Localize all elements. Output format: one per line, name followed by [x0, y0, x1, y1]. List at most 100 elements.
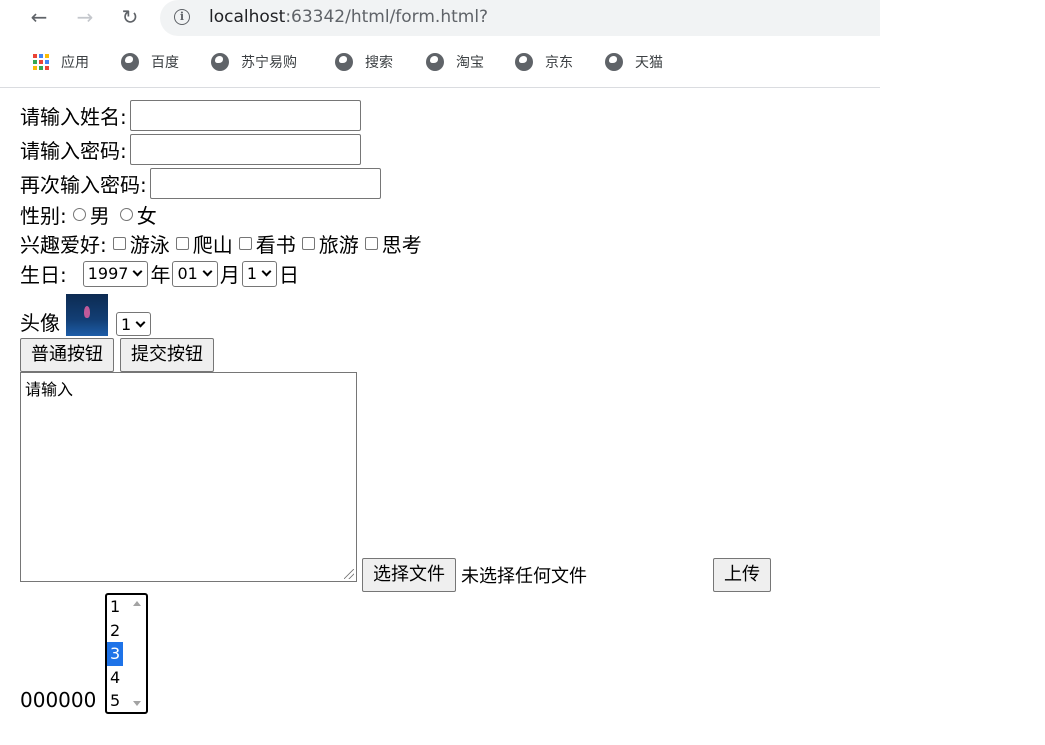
- hobby-row: 兴趣爱好: 游泳 爬山 看书 旅游 思考: [20, 229, 422, 258]
- gender-male-label: 男: [89, 204, 110, 228]
- avatar-label: 头像: [20, 311, 60, 335]
- globe-icon: [121, 53, 139, 71]
- avatar-row: 头像 1: [20, 288, 153, 336]
- browser-chrome: ← → ↻ i localhost:63342/html/form.html? …: [0, 0, 880, 88]
- list-item[interactable]: 5: [107, 689, 127, 713]
- back-arrow-icon[interactable]: ←: [26, 4, 52, 30]
- hobby-swim-label: 游泳: [129, 233, 170, 257]
- bookmark-jd[interactable]: 京东: [515, 52, 573, 72]
- site-info-icon[interactable]: i: [174, 9, 190, 25]
- hobby-travel-label: 旅游: [318, 233, 359, 257]
- resize-handle-icon[interactable]: [344, 569, 354, 579]
- scroll-up-arrow-icon[interactable]: [133, 601, 141, 606]
- password-input[interactable]: [129, 134, 361, 165]
- forward-arrow-icon[interactable]: →: [72, 4, 98, 30]
- bookmark-search[interactable]: 搜索: [335, 52, 393, 72]
- hobby-read-label: 看书: [255, 233, 296, 257]
- avatar-select[interactable]: 1: [116, 312, 152, 336]
- confirm-password-input[interactable]: [149, 168, 381, 199]
- hobby-read-checkbox[interactable]: [238, 237, 252, 250]
- avatar-image: [66, 294, 108, 336]
- globe-icon: [426, 53, 444, 71]
- day-value: 1: [246, 264, 258, 283]
- reload-icon[interactable]: ↻: [117, 4, 143, 30]
- avatar-select-value: 1: [121, 314, 132, 334]
- list-item[interactable]: 1: [107, 595, 127, 619]
- bookmark-label: 百度: [151, 55, 179, 71]
- scroll-down-arrow-icon[interactable]: [133, 701, 141, 706]
- day-unit: 日: [279, 263, 300, 287]
- file-status: 未选择任何文件: [461, 566, 587, 587]
- file-row: 选择文件 未选择任何文件 上传: [362, 558, 771, 592]
- hobby-think-label: 思考: [381, 233, 422, 257]
- hobby-think-checkbox[interactable]: [364, 237, 378, 250]
- list-item[interactable]: 4: [107, 666, 127, 690]
- name-input[interactable]: [129, 100, 361, 131]
- month-value: 01: [177, 264, 198, 283]
- list-item[interactable]: 2: [107, 619, 127, 643]
- birthday-row: 生日: 1997 年 01 月 1 日: [20, 259, 299, 288]
- bookmark-baidu[interactable]: 百度: [121, 52, 179, 72]
- number-listbox[interactable]: 1 2 3 4 5: [105, 593, 148, 714]
- bottom-text: 000000: [20, 688, 96, 712]
- submit-button[interactable]: 提交按钮: [120, 338, 214, 372]
- gender-row: 性别: 男 女: [20, 200, 157, 229]
- bookmark-label: 搜索: [365, 55, 393, 71]
- url-host: localhost: [209, 7, 286, 27]
- year-value: 1997: [87, 264, 129, 283]
- upload-button[interactable]: 上传: [713, 558, 771, 592]
- chevron-down-icon: [202, 266, 213, 277]
- list-item-selected[interactable]: 3: [107, 642, 123, 666]
- hobby-swim-checkbox[interactable]: [112, 237, 126, 250]
- bookmark-label: 淘宝: [456, 55, 484, 71]
- confirm-password-row: 再次输入密码:: [20, 168, 381, 199]
- gender-female-radio[interactable]: [119, 208, 133, 221]
- button-row: 普通按钮 提交按钮: [20, 338, 214, 372]
- page-content: 请输入姓名: 请输入密码: 再次输入密码: 性别: 男 女 兴趣爱好: 游泳 爬…: [0, 88, 1045, 745]
- globe-icon: [211, 53, 229, 71]
- listbox-scrollbar[interactable]: [130, 597, 144, 710]
- name-row: 请输入姓名:: [20, 100, 361, 131]
- password-row: 请输入密码:: [20, 134, 361, 165]
- year-select[interactable]: 1997: [82, 260, 149, 287]
- month-select[interactable]: 01: [172, 260, 218, 287]
- bookmark-label: 天猫: [635, 55, 663, 71]
- gender-label: 性别:: [20, 204, 67, 228]
- url-text[interactable]: localhost:63342/html/form.html?: [209, 7, 488, 27]
- message-textarea[interactable]: 请输入: [20, 372, 357, 582]
- bookmarks-bar: 应用 百度 苏宁易购 搜索 淘宝 京东 天猫: [0, 44, 880, 80]
- url-path: :63342/html/form.html?: [285, 7, 489, 27]
- bookmark-label: 应用: [61, 55, 89, 71]
- textarea-text: 请输入: [25, 380, 74, 399]
- chevron-down-icon: [261, 266, 272, 277]
- gender-female-label: 女: [136, 204, 157, 228]
- hobby-climb-checkbox[interactable]: [175, 237, 189, 250]
- bookmark-label: 京东: [545, 55, 573, 71]
- chevron-down-icon: [133, 266, 143, 277]
- globe-icon: [605, 53, 623, 71]
- bookmark-tmall[interactable]: 天猫: [605, 52, 663, 72]
- year-unit: 年: [150, 263, 171, 287]
- hobby-travel-checkbox[interactable]: [301, 237, 315, 250]
- navigation-bar: ← → ↻ i localhost:63342/html/form.html?: [0, 0, 880, 36]
- apps-grid-icon: [33, 54, 49, 70]
- globe-icon: [335, 53, 353, 71]
- month-unit: 月: [219, 263, 240, 287]
- address-bar[interactable]: i localhost:63342/html/form.html?: [160, 0, 880, 36]
- bookmark-label: 苏宁易购: [241, 55, 297, 71]
- name-label: 请输入姓名:: [20, 105, 127, 129]
- bottom-number-text: 000000: [20, 688, 97, 712]
- bookmark-apps[interactable]: 应用: [33, 52, 89, 72]
- normal-button[interactable]: 普通按钮: [20, 338, 114, 372]
- globe-icon: [515, 53, 533, 71]
- day-select[interactable]: 1: [241, 260, 278, 287]
- birthday-label: 生日:: [20, 263, 67, 287]
- gender-male-radio[interactable]: [72, 208, 86, 221]
- confirm-password-label: 再次输入密码:: [20, 173, 147, 197]
- bookmark-taobao[interactable]: 淘宝: [426, 52, 484, 72]
- password-label: 请输入密码:: [20, 139, 127, 163]
- hobby-climb-label: 爬山: [192, 233, 233, 257]
- chevron-down-icon: [135, 317, 146, 327]
- choose-file-button[interactable]: 选择文件: [362, 558, 456, 592]
- bookmark-suning[interactable]: 苏宁易购: [211, 52, 297, 72]
